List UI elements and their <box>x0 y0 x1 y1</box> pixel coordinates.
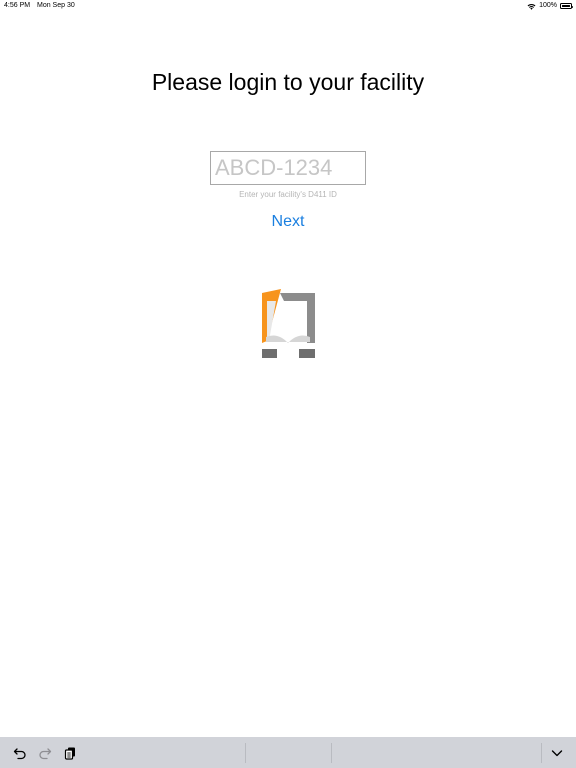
paste-button[interactable] <box>60 743 80 763</box>
facility-id-input[interactable] <box>210 151 366 185</box>
redo-button[interactable] <box>35 743 55 763</box>
facility-logo <box>262 289 315 358</box>
shortcut-divider <box>541 743 542 763</box>
dismiss-keyboard-icon <box>551 750 563 757</box>
undo-button[interactable] <box>10 743 30 763</box>
status-bar: 4:56 PM Mon Sep 30 100% <box>0 0 576 12</box>
keyboard-shortcut-bar <box>0 737 576 768</box>
status-date: Mon Sep 30 <box>37 2 75 9</box>
logo-book <box>266 335 310 343</box>
next-button[interactable]: Next <box>238 211 338 233</box>
dismiss-keyboard-button[interactable] <box>547 743 567 763</box>
page-title: Please login to your facility <box>151 69 425 95</box>
undo-icon <box>13 748 26 760</box>
shortcut-divider <box>331 743 332 763</box>
paste-icon <box>64 747 75 760</box>
logo-foot-right <box>299 349 315 358</box>
logo-frame-dark <box>280 293 315 343</box>
status-indicators: 100% <box>527 0 574 12</box>
redo-icon <box>39 748 52 760</box>
logo-foot-left <box>262 349 277 358</box>
logo-inner <box>267 301 276 341</box>
battery-icon <box>560 3 574 9</box>
wifi-icon <box>527 3 536 10</box>
shortcut-divider <box>245 743 246 763</box>
status-time: 4:56 PM <box>4 2 31 9</box>
facility-id-hint: Enter your facility's D411 ID <box>239 190 337 199</box>
battery-percent: 100% <box>539 2 557 9</box>
